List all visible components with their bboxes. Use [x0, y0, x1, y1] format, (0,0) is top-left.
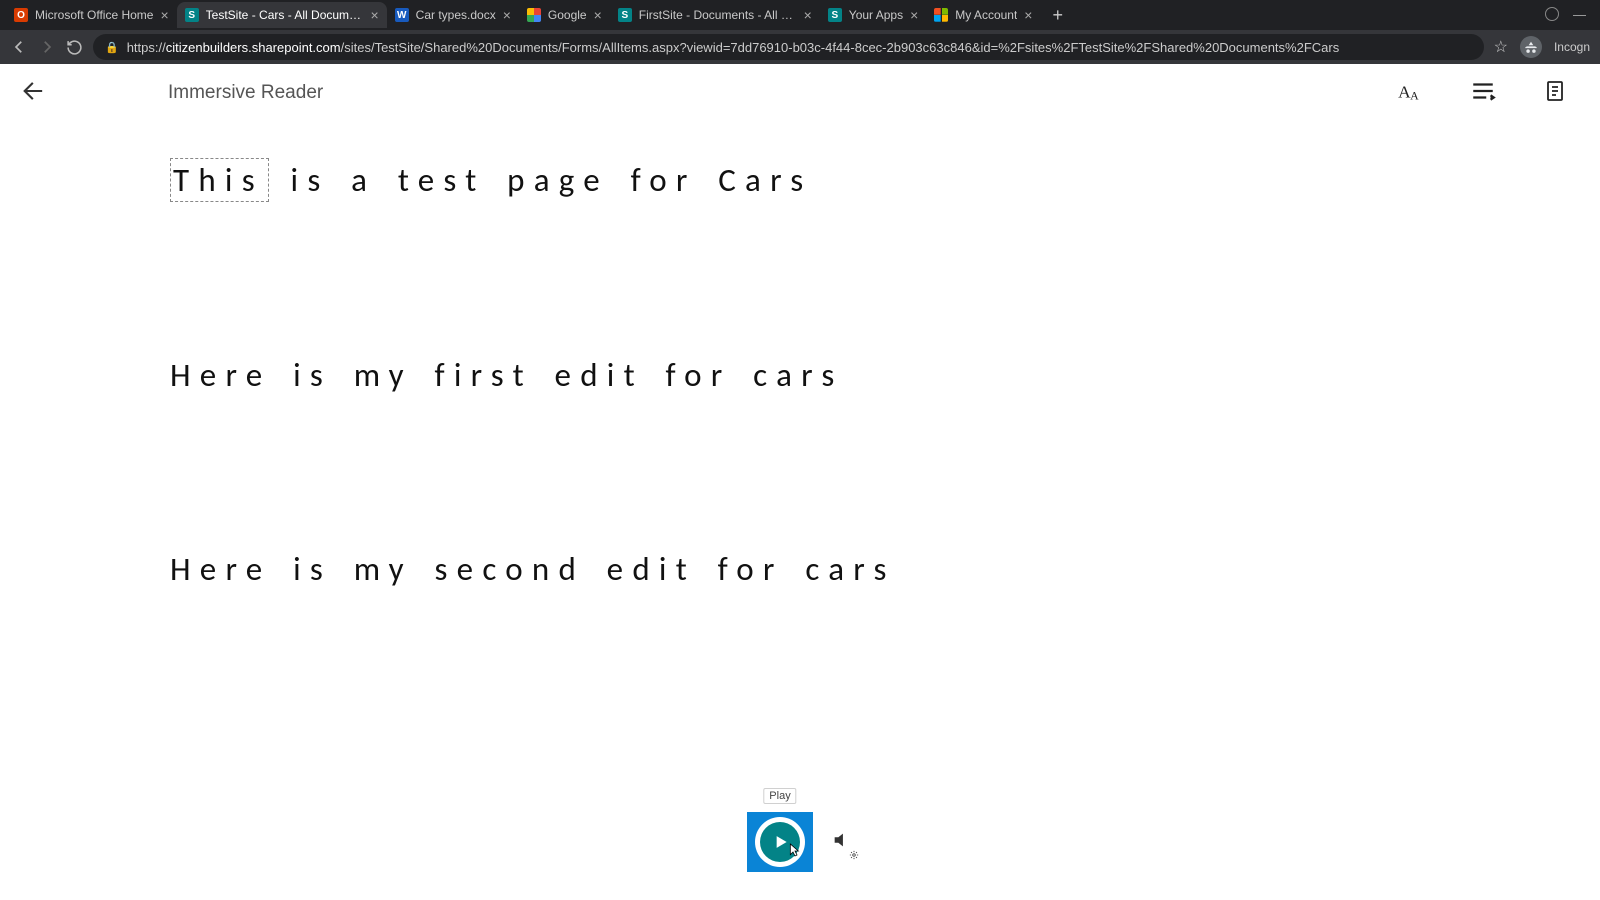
nav-back-icon[interactable]	[10, 38, 28, 56]
browser-chrome: O Microsoft Office Home × S TestSite - C…	[0, 0, 1600, 64]
text-preferences-button[interactable]: AA	[1396, 78, 1422, 109]
play-button-inner	[755, 817, 805, 867]
current-word-highlight: This	[170, 158, 269, 202]
url-field[interactable]: 🔒 https://citizenbuilders.sharepoint.com…	[93, 34, 1484, 60]
minimize-icon[interactable]: —	[1573, 7, 1586, 24]
voice-settings-button[interactable]	[831, 829, 853, 856]
tab-testsite-cars[interactable]: S TestSite - Cars - All Documents ×	[177, 2, 387, 28]
window-controls: —	[1545, 7, 1600, 24]
reader-tools: AA	[1396, 78, 1580, 109]
tab-car-types-docx[interactable]: W Car types.docx ×	[387, 2, 519, 28]
bookmark-star-icon[interactable]: ☆	[1494, 37, 1508, 57]
tab-title: TestSite - Cars - All Documents	[206, 8, 364, 22]
sharepoint-favicon: S	[828, 8, 842, 22]
tab-close-icon[interactable]: ×	[503, 8, 511, 22]
url-text: https://citizenbuilders.sharepoint.com/s…	[127, 40, 1340, 55]
svg-text:A: A	[1410, 88, 1419, 102]
tab-title: Car types.docx	[416, 8, 496, 22]
nav-reload-icon[interactable]	[66, 39, 83, 56]
tab-title: My Account	[955, 8, 1017, 22]
tab-close-icon[interactable]: ×	[370, 8, 378, 22]
page-title: Immersive Reader	[168, 82, 323, 104]
word-favicon: W	[395, 8, 409, 22]
nav-forward-icon[interactable]	[38, 38, 56, 56]
playback-controls: Play	[747, 812, 853, 872]
content-line-2: Here is my first edit for cars	[170, 353, 1430, 398]
tab-close-icon[interactable]: ×	[594, 8, 602, 22]
tab-title: Your Apps	[849, 8, 903, 22]
grammar-options-button[interactable]	[1470, 78, 1496, 109]
play-icon	[760, 822, 800, 862]
address-bar: 🔒 https://citizenbuilders.sharepoint.com…	[0, 30, 1600, 64]
content-line-3: Here is my second edit for cars	[170, 547, 1430, 592]
office-favicon: O	[14, 8, 28, 22]
tab-close-icon[interactable]: ×	[804, 8, 812, 22]
reader-content: This is a test page for Cars Here is my …	[0, 122, 1600, 592]
tab-google[interactable]: Google ×	[519, 2, 610, 28]
microsoft-favicon	[934, 8, 948, 22]
tab-close-icon[interactable]: ×	[910, 8, 918, 22]
tab-title: FirstSite - Documents - All Docu…	[639, 8, 797, 22]
incognito-avatar-icon[interactable]	[1520, 36, 1542, 58]
google-favicon	[527, 8, 541, 22]
tab-my-account[interactable]: My Account ×	[926, 2, 1040, 28]
tab-your-apps[interactable]: S Your Apps ×	[820, 2, 926, 28]
play-tooltip: Play	[763, 788, 796, 804]
tab-close-icon[interactable]: ×	[160, 8, 168, 22]
tab-office-home[interactable]: O Microsoft Office Home ×	[6, 2, 177, 28]
lock-icon: 🔒	[105, 41, 119, 54]
immersive-reader-header: Immersive Reader AA	[0, 64, 1600, 122]
tab-strip: O Microsoft Office Home × S TestSite - C…	[0, 0, 1600, 30]
reading-preferences-button[interactable]	[1544, 78, 1568, 109]
sharepoint-favicon: S	[618, 8, 632, 22]
tab-firstsite-documents[interactable]: S FirstSite - Documents - All Docu… ×	[610, 2, 820, 28]
profile-label: Incogn	[1554, 40, 1590, 54]
content-line-1: This is a test page for Cars	[170, 158, 1430, 203]
address-bar-actions: ☆ Incogn	[1494, 36, 1590, 58]
tab-title: Microsoft Office Home	[35, 8, 153, 22]
tab-close-icon[interactable]: ×	[1024, 8, 1032, 22]
sharepoint-favicon: S	[185, 8, 199, 22]
tab-title: Google	[548, 8, 587, 22]
play-button[interactable]: Play	[747, 812, 813, 872]
extensions-icon[interactable]	[1545, 7, 1559, 24]
new-tab-button[interactable]: +	[1040, 5, 1075, 26]
back-arrow-button[interactable]	[20, 77, 48, 110]
